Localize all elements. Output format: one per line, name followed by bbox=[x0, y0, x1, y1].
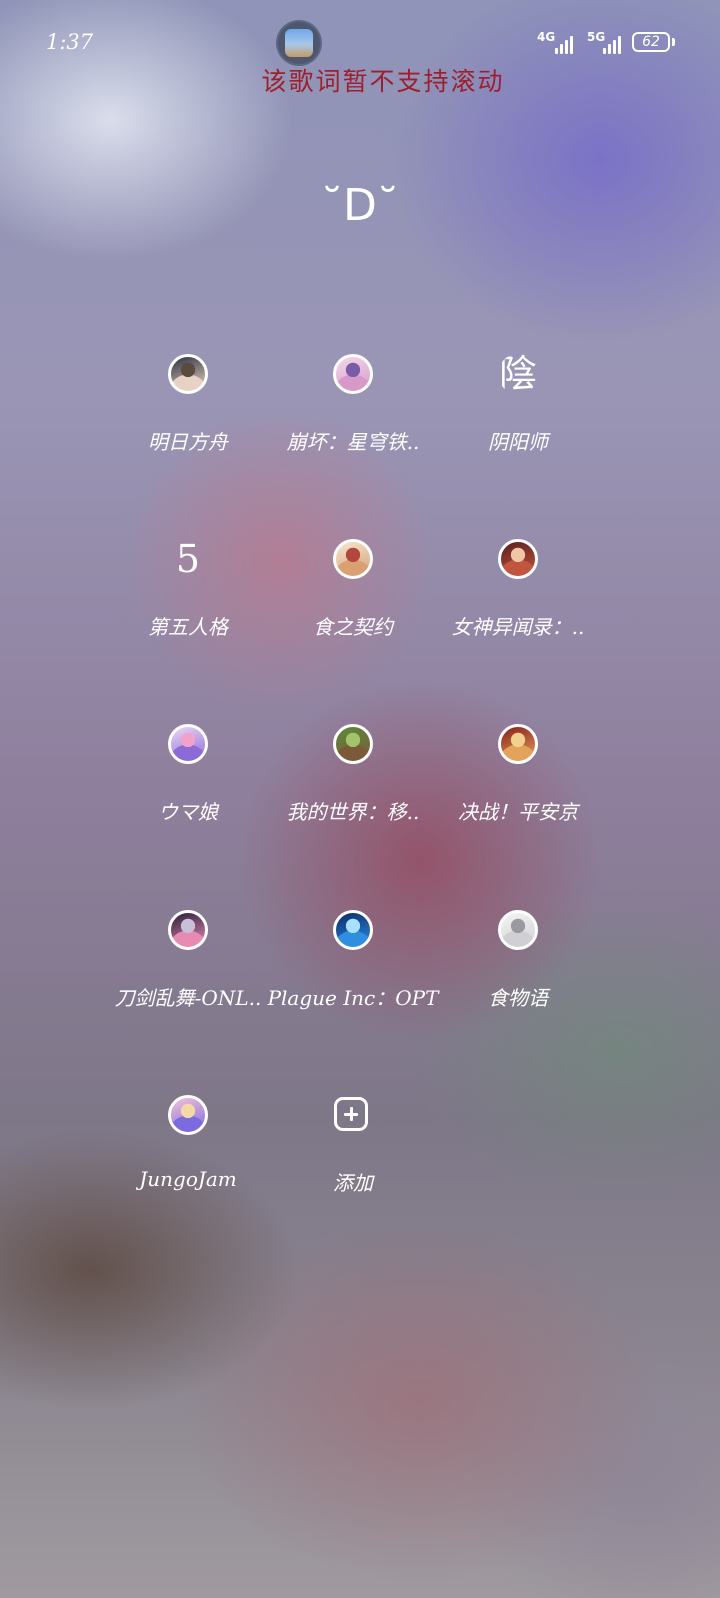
app-tile[interactable]: 陰阴阳师 bbox=[433, 354, 603, 464]
onmyoji-arena-avatar-icon[interactable] bbox=[498, 724, 538, 764]
honkai-star-rail-avatar-icon[interactable] bbox=[333, 354, 373, 394]
umamusume-avatar-icon[interactable] bbox=[168, 724, 208, 764]
app-label: 阴阳师 bbox=[488, 430, 548, 454]
app-label: 决战！平安京 bbox=[458, 800, 578, 824]
app-tile[interactable]: 女神异闻录：.. bbox=[433, 539, 603, 649]
food-fantasy-avatar-icon[interactable] bbox=[333, 539, 373, 579]
plague-inc-avatar-icon[interactable] bbox=[333, 910, 373, 950]
app-tile[interactable]: 决战！平安京 bbox=[433, 724, 603, 834]
game-space-screen: 1:37 4G 5G 62 该歌词暂不支持滚动 ˘D˘ 明日方舟 崩坏：星穹铁..… bbox=[0, 0, 720, 1598]
app-label: 女神异闻录：.. bbox=[451, 615, 585, 639]
app-label: 食物语 bbox=[488, 986, 548, 1010]
onmyoji-glyph-icon[interactable]: 陰 bbox=[498, 354, 538, 394]
minecraft-avatar-icon[interactable] bbox=[333, 724, 373, 764]
add-icon[interactable] bbox=[334, 1097, 368, 1131]
app-label: 添加 bbox=[333, 1171, 373, 1195]
app-tile[interactable]: 添加 bbox=[268, 1095, 438, 1205]
arknights-avatar-icon[interactable] bbox=[168, 354, 208, 394]
identity-v-glyph-icon[interactable]: 5 bbox=[168, 539, 208, 579]
touken-ranbu-avatar-icon[interactable] bbox=[168, 910, 208, 950]
app-tile[interactable]: 食物语 bbox=[433, 910, 603, 1020]
jungojam-avatar-icon[interactable] bbox=[168, 1095, 208, 1135]
app-grid: 明日方舟 崩坏：星穹铁.. 陰阴阳师 5 第五人格 食之契约 女神异闻录：.. ウマ娘 我的世界… bbox=[0, 0, 720, 1598]
food-language-avatar-icon[interactable] bbox=[498, 910, 538, 950]
persona-avatar-icon[interactable] bbox=[498, 539, 538, 579]
